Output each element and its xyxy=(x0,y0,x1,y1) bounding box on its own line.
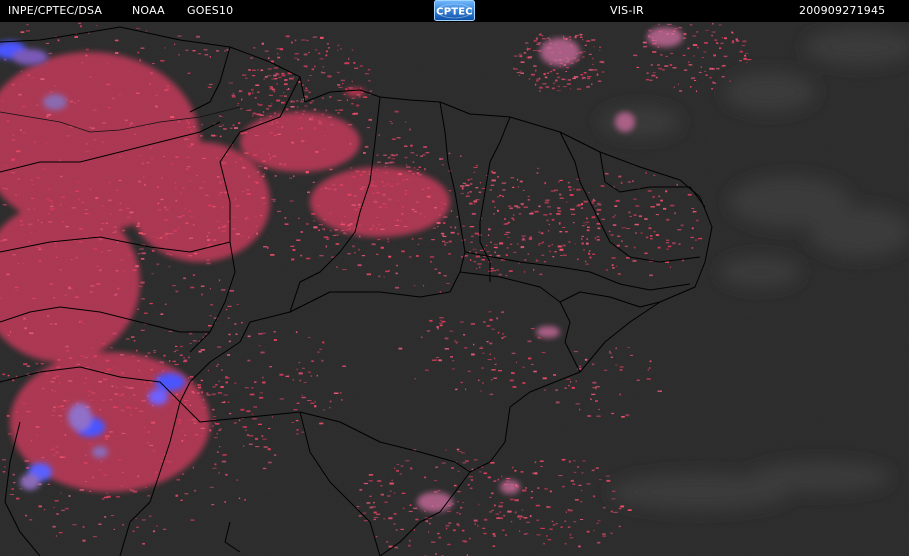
cptec-logo: CPTEC xyxy=(434,0,475,21)
agency-label: NOAA xyxy=(132,4,165,17)
organization-label: INPE/CPTEC/DSA xyxy=(8,4,103,17)
satellite-label: GOES10 xyxy=(187,4,234,17)
satellite-image-frame: INPE/CPTEC/DSA NOAA GOES10 CPTEC VIS-IR … xyxy=(0,0,909,556)
header-bar: INPE/CPTEC/DSA NOAA GOES10 CPTEC VIS-IR … xyxy=(0,0,909,22)
satellite-scene xyxy=(0,22,909,556)
product-label: VIS-IR xyxy=(610,4,644,17)
logo-text: CPTEC xyxy=(436,7,473,18)
timestamp-label: 200909271945 xyxy=(799,4,886,17)
